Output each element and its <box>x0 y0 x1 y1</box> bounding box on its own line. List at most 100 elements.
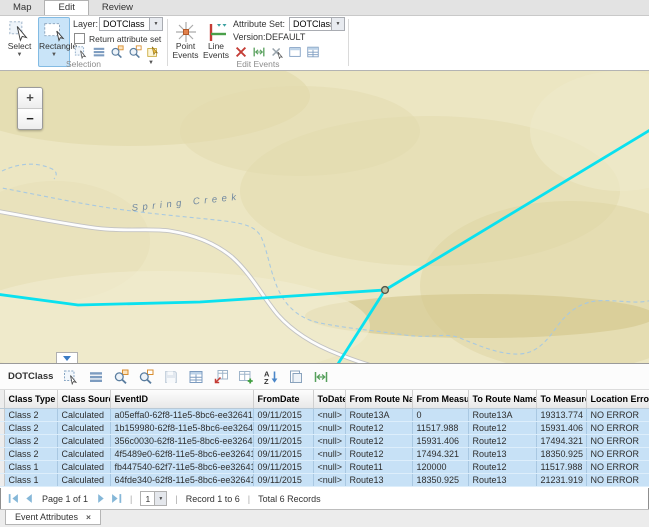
table-row[interactable]: Class 2Calculated356c0030-62f8-11e5-8bc6… <box>0 435 649 448</box>
map-canvas[interactable]: Spring Creek <box>0 71 649 363</box>
ribbon-separator <box>348 19 349 66</box>
table-row[interactable]: Class 2Calculated1b159980-62f8-11e5-8bc6… <box>0 422 649 435</box>
last-page-button[interactable] <box>111 493 122 504</box>
column-header[interactable]: EventID <box>110 390 253 409</box>
cell: <null> <box>313 409 345 422</box>
page-number-arrow-icon[interactable]: ▼ <box>154 492 166 505</box>
column-header[interactable]: Class Source <box>57 390 110 409</box>
close-tab-icon[interactable]: × <box>86 512 91 522</box>
edit-events-icon-row <box>234 45 320 59</box>
layer-combobox[interactable]: DOTClass ▼ <box>99 17 163 31</box>
svg-text:Z: Z <box>264 377 269 385</box>
cell: Route12 <box>345 435 412 448</box>
table-row[interactable]: Class 2Calculated4f5489e0-62f8-11e5-8bc6… <box>0 448 649 461</box>
zoom-in-button[interactable]: + <box>18 88 42 108</box>
save-edits-icon[interactable] <box>163 369 179 385</box>
selection-group-label: Selection <box>0 59 167 69</box>
sort-records-icon[interactable]: AZ <box>263 369 279 385</box>
table-row[interactable]: Class 1Calculated64fde340-62f8-11e5-8bc6… <box>0 474 649 487</box>
page-number-combobox[interactable]: 1 ▼ <box>140 491 167 506</box>
selection-tools-icon-row <box>74 45 160 59</box>
column-header[interactable]: From Route Name <box>345 390 412 409</box>
collapse-table-button[interactable] <box>56 352 78 363</box>
selectable-layers-icon[interactable] <box>146 45 160 59</box>
cell: 09/11/2015 <box>253 448 313 461</box>
cell: Route13 <box>468 474 536 487</box>
cell: Route12 <box>345 422 412 435</box>
map-zoom-control: + − <box>17 87 43 130</box>
attribute-set-combobox-arrow-icon[interactable]: ▼ <box>331 18 344 30</box>
previous-page-button[interactable] <box>23 493 34 504</box>
attribute-set-combobox-value: DOTClass <box>290 19 331 29</box>
cell: 09/11/2015 <box>253 422 313 435</box>
return-attribute-set-checkbox[interactable] <box>74 33 85 44</box>
collapse-arrow-icon <box>63 356 71 361</box>
zoom-out-button[interactable]: − <box>18 108 42 129</box>
column-header[interactable]: To Route Name <box>468 390 536 409</box>
attribute-grid-icon[interactable] <box>188 369 204 385</box>
cell: 17494.321 <box>412 448 468 461</box>
tab-event-attributes[interactable]: Event Attributes × <box>5 510 101 525</box>
zoom-to-selected-icon[interactable] <box>110 45 124 59</box>
layer-combobox-arrow-icon[interactable]: ▼ <box>149 18 162 30</box>
cell: NO ERROR <box>586 461 649 474</box>
column-header[interactable]: Location Error <box>586 390 649 409</box>
select-features-icon[interactable] <box>74 45 88 59</box>
ribbon: Select ▼ Rectangle ▼ Layer: DOTClass ▼ R… <box>0 16 649 71</box>
show-all-records-icon[interactable] <box>88 369 104 385</box>
page-number-value: 1 <box>141 494 154 504</box>
tab-map[interactable]: Map <box>0 0 44 15</box>
next-page-button[interactable] <box>96 493 107 504</box>
cell: Calculated <box>57 422 110 435</box>
column-header[interactable]: ToDate <box>313 390 345 409</box>
delete-event-icon[interactable] <box>234 45 248 59</box>
cell: <null> <box>313 422 345 435</box>
line-events-icon <box>204 20 228 42</box>
cell: 09/11/2015 <box>253 461 313 474</box>
cell: Calculated <box>57 409 110 422</box>
layer-label: Layer: <box>73 17 98 31</box>
attribute-panel-toolbar: DOTClass AZ <box>0 363 649 390</box>
pan-to-selected-icon[interactable] <box>128 45 142 59</box>
cell: 15931.406 <box>536 422 586 435</box>
cell: Route12 <box>468 422 536 435</box>
column-header[interactable]: To Measure <box>536 390 586 409</box>
cell: 11517.988 <box>412 422 468 435</box>
column-header[interactable]: FromDate <box>253 390 313 409</box>
route-junction-marker[interactable] <box>382 287 389 294</box>
column-header[interactable]: Class Type <box>4 390 57 409</box>
cell: fb447540-62f7-11e5-8bc6-ee32641d5ec9 <box>110 461 253 474</box>
cell: 0 <box>412 409 468 422</box>
cell: Route11 <box>345 461 412 474</box>
open-report-icon[interactable] <box>288 369 304 385</box>
column-header[interactable]: From Measure <box>412 390 468 409</box>
tab-edit[interactable]: Edit <box>44 0 88 15</box>
select-dropdown-caret-icon[interactable]: ▼ <box>4 52 35 58</box>
line-events-label: Line Events <box>202 42 230 60</box>
ribbon-tab-bar: Map Edit Review <box>0 0 649 16</box>
measure-range-icon[interactable] <box>252 45 266 59</box>
zoom-to-record-icon[interactable] <box>113 369 129 385</box>
cell: Route12 <box>468 461 536 474</box>
remove-vertex-icon[interactable] <box>270 45 284 59</box>
first-page-button[interactable] <box>8 493 19 504</box>
pan-to-record-icon[interactable] <box>138 369 154 385</box>
attribute-set-combobox[interactable]: DOTClass ▼ <box>289 17 345 31</box>
event-window-icon[interactable] <box>288 45 302 59</box>
cell: 21231.919 <box>536 474 586 487</box>
select-records-icon[interactable] <box>63 369 79 385</box>
add-record-icon[interactable] <box>238 369 254 385</box>
table-row[interactable]: Class 2Calculateda05effa0-62f8-11e5-8bc6… <box>0 409 649 422</box>
delete-record-icon[interactable] <box>213 369 229 385</box>
event-grid-icon[interactable] <box>306 45 320 59</box>
select-cursor-icon <box>8 20 32 42</box>
table-row[interactable]: Class 1Calculatedfb447540-62f7-11e5-8bc6… <box>0 461 649 474</box>
rectangle-dropdown-caret-icon[interactable]: ▼ <box>39 52 69 58</box>
attribute-table-area[interactable]: Class TypeClass SourceEventIDFromDateToD… <box>0 390 649 488</box>
cell: 18350.925 <box>412 474 468 487</box>
show-list-icon[interactable] <box>92 45 106 59</box>
map-viewport[interactable]: Spring Creek + − <box>0 71 649 363</box>
tab-review[interactable]: Review <box>89 0 146 15</box>
measure-range-icon[interactable] <box>313 369 329 385</box>
cell: <null> <box>313 448 345 461</box>
